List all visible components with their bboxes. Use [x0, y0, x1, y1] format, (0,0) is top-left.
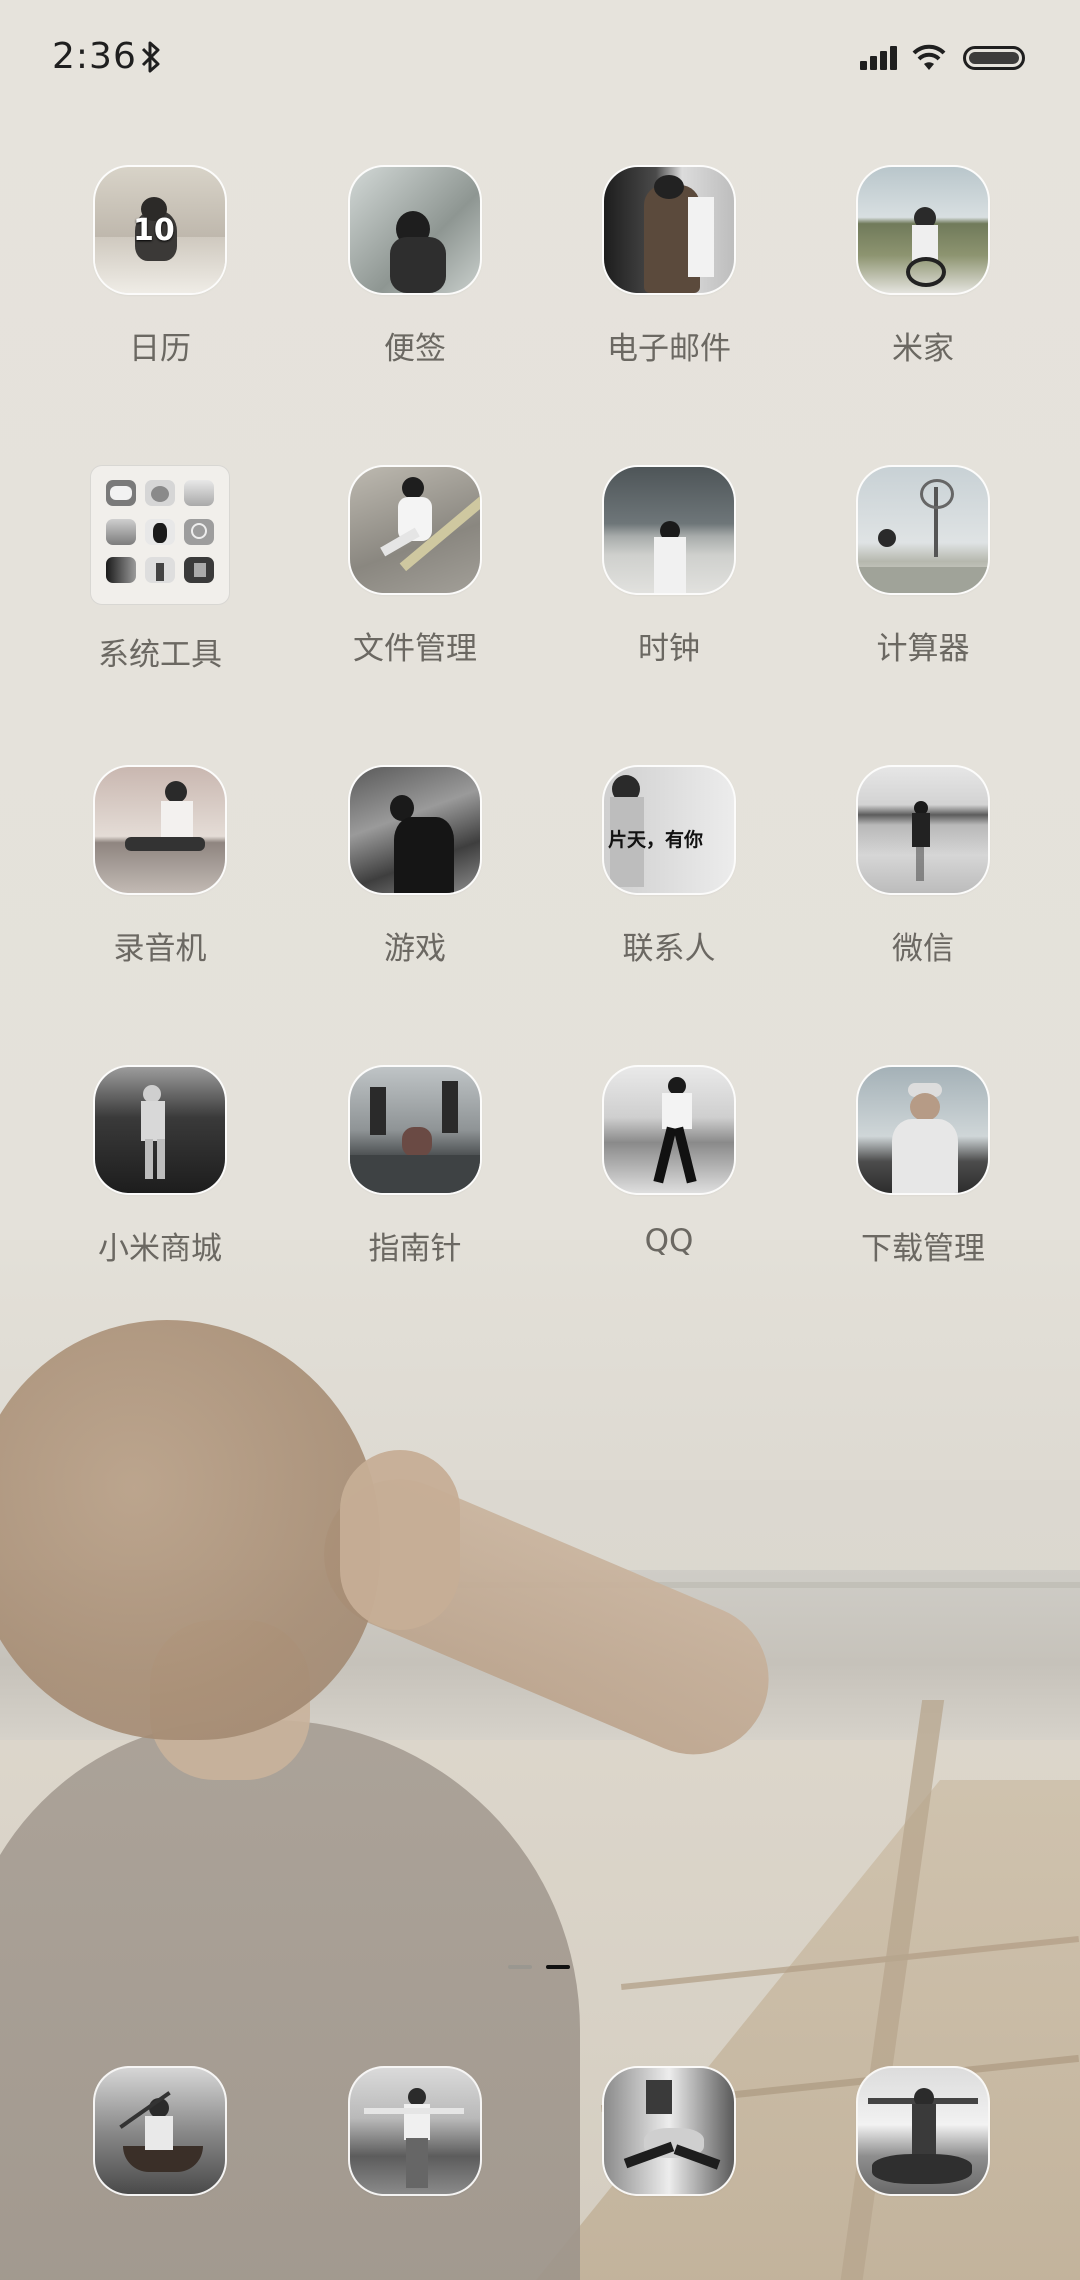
dock-app-4[interactable]	[823, 2068, 1023, 2194]
calendar-photo-icon: 10	[95, 167, 225, 293]
email-photo-icon	[604, 167, 734, 293]
app-label: 电子邮件	[607, 331, 731, 367]
page-indicator	[508, 1965, 572, 1971]
app-downloads[interactable]: 下载管理	[823, 1067, 1023, 1268]
status-bar: 2:36	[0, 0, 1080, 115]
app-notes[interactable]: 便签	[315, 167, 515, 368]
app-label: 计算器	[876, 631, 970, 667]
app-label: 联系人	[622, 931, 716, 967]
app-label: 录音机	[113, 931, 207, 967]
app-label: 微信	[892, 931, 954, 967]
app-contacts[interactable]: 片天，有你 联系人	[569, 767, 769, 968]
dock-app-2[interactable]	[315, 2068, 515, 2194]
app-mijia[interactable]: 米家	[823, 167, 1023, 368]
folder-icon	[90, 465, 230, 605]
qq-photo-icon	[604, 1067, 734, 1193]
contacts-photo-icon: 片天，有你	[604, 767, 734, 893]
app-label: 时钟	[638, 631, 700, 667]
recorder-photo-icon	[95, 767, 225, 893]
app-label: 游戏	[384, 931, 446, 967]
status-time: 2:36	[52, 36, 137, 77]
downloads-photo-icon	[858, 1067, 988, 1193]
app-calculator[interactable]: 计算器	[823, 467, 1023, 668]
dock-photo-icon-1	[95, 2068, 225, 2194]
calendar-date-text: 10	[133, 213, 175, 248]
clock-photo-icon	[604, 467, 734, 593]
app-label: 米家	[892, 331, 954, 367]
file-manager-photo-icon	[350, 467, 480, 593]
mijia-photo-icon	[858, 167, 988, 293]
wifi-icon	[912, 44, 946, 70]
dock-photo-icon-3	[604, 2068, 734, 2194]
app-label: 系统工具	[98, 637, 222, 673]
dock-app-3[interactable]	[569, 2068, 769, 2194]
wallpaper-person-hand	[340, 1450, 460, 1630]
bluetooth-icon	[141, 41, 160, 73]
home-screen: 2:36 10 日历 便签 电子邮件 米家 系统工具 文件管理 时钟 计算器 录…	[0, 0, 1080, 2280]
page-dot-1[interactable]	[508, 1965, 532, 1969]
dock-app-1[interactable]	[60, 2068, 260, 2194]
app-recorder[interactable]: 录音机	[60, 767, 260, 968]
app-label: 日历	[129, 331, 191, 367]
wechat-photo-icon	[858, 767, 988, 893]
app-games[interactable]: 游戏	[315, 767, 515, 968]
app-mi-store[interactable]: 小米商城	[60, 1067, 260, 1268]
page-dot-2-active[interactable]	[546, 1965, 570, 1969]
app-label: 文件管理	[353, 631, 477, 667]
app-compass[interactable]: 指南针	[315, 1067, 515, 1268]
calculator-photo-icon	[858, 467, 988, 593]
app-label: 下载管理	[861, 1231, 985, 1267]
compass-photo-icon	[350, 1067, 480, 1193]
app-wechat[interactable]: 微信	[823, 767, 1023, 968]
app-email[interactable]: 电子邮件	[569, 167, 769, 368]
dock-photo-icon-2	[350, 2068, 480, 2194]
app-label: 小米商城	[98, 1231, 222, 1267]
app-system-tools-folder[interactable]: 系统工具	[60, 465, 260, 674]
mi-store-photo-icon	[95, 1067, 225, 1193]
app-label: 指南针	[368, 1231, 462, 1267]
signal-icon	[860, 44, 902, 70]
app-label: 便签	[384, 331, 446, 367]
app-calendar[interactable]: 10 日历	[60, 167, 260, 368]
dock-photo-icon-4	[858, 2068, 988, 2194]
app-file-manager[interactable]: 文件管理	[315, 467, 515, 668]
app-label: QQ	[644, 1223, 694, 1259]
contacts-icon-caption: 片天，有你	[608, 829, 704, 851]
games-photo-icon	[350, 767, 480, 893]
notes-photo-icon	[350, 167, 480, 293]
app-qq[interactable]: QQ	[569, 1067, 769, 1259]
battery-icon	[963, 46, 1025, 70]
app-clock[interactable]: 时钟	[569, 467, 769, 668]
